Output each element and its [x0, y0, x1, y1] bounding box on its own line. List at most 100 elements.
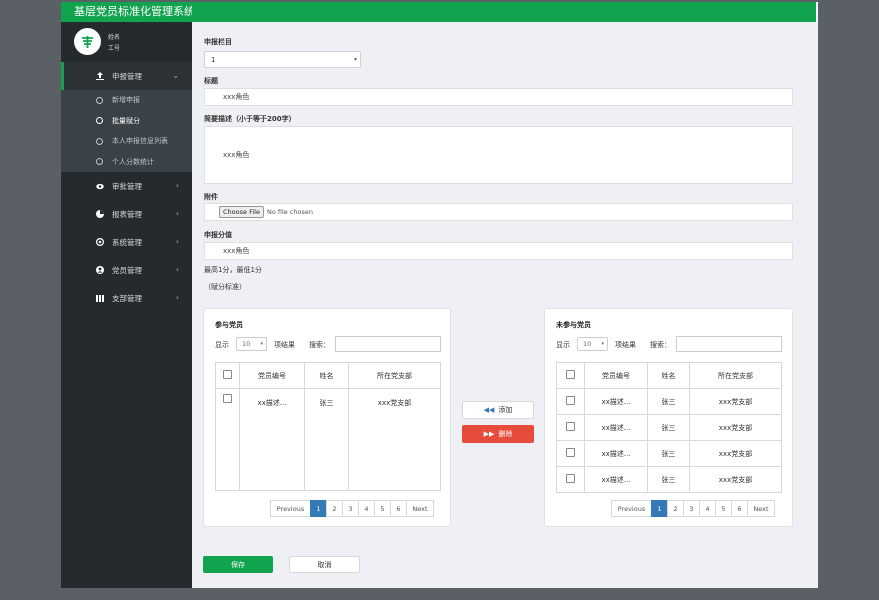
pagination: Previous 1 2 3 4 5 6 Next — [611, 500, 775, 517]
category-value: 1 — [211, 55, 216, 64]
chevron-left-icon: ‹ — [175, 237, 179, 246]
save-button[interactable]: 保存 — [203, 556, 273, 573]
sub-item-batch-score[interactable]: 批量赋分 — [61, 111, 192, 132]
page-length-select[interactable]: 10 ▾ — [577, 337, 608, 351]
cell-member-id: xx描述... — [584, 414, 648, 441]
table-row[interactable]: xx描述... 张三 xxx党支部 — [556, 466, 782, 493]
sidebar-item-label: 报表管理 — [112, 209, 142, 219]
user-name: 姓名 — [108, 34, 121, 41]
cell-name: 张三 — [304, 388, 349, 491]
add-button[interactable]: ◀◀ 添加 — [462, 401, 534, 419]
row-checkbox[interactable] — [215, 388, 240, 491]
page-button[interactable]: 1 — [310, 500, 327, 517]
chevron-left-icon: ‹ — [175, 209, 179, 218]
sub-item-score-stats[interactable]: 个人分数统计 — [61, 152, 192, 173]
choose-file-button[interactable]: Choose File — [219, 206, 264, 218]
table-row[interactable]: xx描述... 张三 xxx党支部 — [556, 388, 782, 415]
page-button[interactable]: 1 — [651, 500, 668, 517]
sub-item-new-declaration[interactable]: 新增申报 — [61, 90, 192, 111]
cell-name: 张三 — [647, 466, 690, 493]
page-button[interactable]: 3 — [683, 500, 700, 517]
title-input[interactable]: xxx角色 — [204, 88, 793, 106]
sidebar-item-declaration[interactable]: 申报管理 ⌄ — [61, 62, 192, 90]
checkbox-icon — [566, 448, 575, 457]
category-select[interactable]: 1 ▾ — [204, 51, 361, 68]
previous-button[interactable]: Previous — [611, 500, 652, 517]
col-branch: 所在党支部 — [689, 362, 782, 389]
sub-item-my-declarations[interactable]: 本人申报信息列表 — [61, 131, 192, 152]
checkbox-icon — [223, 370, 232, 379]
page-length-select[interactable]: 10 ▾ — [236, 337, 267, 351]
sub-item-label: 本人申报信息列表 — [112, 137, 168, 146]
table-row[interactable]: xx描述... 张三 xxx党支部 — [215, 388, 441, 491]
sidebar-item-members[interactable]: 党员管理 ‹ — [61, 256, 192, 284]
table-row[interactable]: xx描述... 张三 xxx党支部 — [556, 414, 782, 441]
sidebar-item-reports[interactable]: 报表管理 ‹ — [61, 200, 192, 228]
row-checkbox[interactable] — [556, 414, 585, 441]
cell-branch: xxx党支部 — [689, 440, 782, 467]
page-button[interactable]: 2 — [326, 500, 343, 517]
sidebar-item-label: 系统管理 — [112, 237, 142, 247]
description-value: xxx角色 — [223, 151, 250, 159]
cancel-button[interactable]: 取消 — [289, 556, 360, 573]
cell-name: 张三 — [647, 388, 690, 415]
page-button[interactable]: 2 — [667, 500, 684, 517]
row-checkbox[interactable] — [556, 388, 585, 415]
chevron-down-icon: ⌄ — [172, 71, 179, 80]
page-button[interactable]: 3 — [342, 500, 359, 517]
pie-chart-icon — [96, 210, 104, 218]
table-row[interactable]: xx描述... 张三 xxx党支部 — [556, 440, 782, 467]
sidebar-item-label: 审批管理 — [112, 181, 142, 191]
previous-button[interactable]: Previous — [270, 500, 311, 517]
description-label: 简要描述（小于等于200字） — [204, 115, 296, 123]
sidebar-item-label: 支部管理 — [112, 293, 142, 303]
search-label: 搜索： — [309, 341, 330, 349]
search-input[interactable] — [335, 336, 441, 352]
app-window: 基层党员标准化管理系统 姓名 工号 申报管理 ⌄ 新增申报 批量赋分 本人申报信… — [61, 2, 818, 588]
user-icon — [96, 266, 104, 274]
target-icon — [96, 238, 104, 246]
caret-down-icon: ▾ — [601, 341, 604, 347]
cell-member-id: xx描述... — [239, 388, 305, 491]
top-bar — [192, 2, 818, 22]
col-branch: 所在党支部 — [348, 362, 441, 389]
score-range-note: 最高1分，最低1分 — [204, 266, 262, 274]
double-arrow-right-icon: ▶▶ — [483, 430, 495, 438]
col-name: 姓名 — [304, 362, 349, 389]
next-button[interactable]: Next — [406, 500, 434, 517]
sidebar-item-branches[interactable]: 支部管理 ‹ — [61, 284, 192, 312]
delete-button[interactable]: ▶▶ 删除 — [462, 425, 534, 443]
results-label: 项结果 — [274, 341, 295, 349]
page-button[interactable]: 5 — [374, 500, 391, 517]
participating-members-panel: 参与党员 显示 10 ▾ 项结果 搜索： 党员编号 姓名 所在党支部 xx描述.… — [203, 308, 451, 527]
score-value: xxx角色 — [223, 247, 250, 255]
score-label: 申报分值 — [204, 231, 232, 239]
page-length-value: 10 — [242, 340, 251, 348]
avatar — [74, 28, 101, 55]
page-button[interactable]: 4 — [699, 500, 716, 517]
sidebar-item-system[interactable]: 系统管理 ‹ — [61, 228, 192, 256]
select-all-checkbox[interactable] — [215, 362, 240, 389]
chevron-left-icon: ‹ — [175, 181, 179, 190]
description-textarea[interactable]: xxx角色 — [204, 126, 793, 184]
sidebar-item-label: 申报管理 — [112, 71, 142, 81]
page-button[interactable]: 4 — [358, 500, 375, 517]
row-checkbox[interactable] — [556, 466, 585, 493]
page-button[interactable]: 5 — [715, 500, 732, 517]
page-button[interactable]: 6 — [731, 500, 748, 517]
file-input[interactable]: Choose File No file chosen — [204, 203, 793, 221]
next-button[interactable]: Next — [747, 500, 775, 517]
row-checkbox[interactable] — [556, 440, 585, 467]
checkbox-icon — [223, 394, 232, 403]
sidebar-submenu: 新增申报 批量赋分 本人申报信息列表 个人分数统计 — [61, 90, 192, 172]
cell-branch: xxx党支部 — [689, 388, 782, 415]
double-arrow-left-icon: ◀◀ — [483, 406, 495, 414]
search-input[interactable] — [676, 336, 782, 352]
score-input[interactable]: xxx角色 — [204, 242, 793, 260]
col-member-id: 党员编号 — [584, 362, 648, 389]
select-all-checkbox[interactable] — [556, 362, 585, 389]
cell-branch: xxx党支部 — [689, 466, 782, 493]
sidebar-item-approval[interactable]: 审批管理 ‹ — [61, 172, 192, 200]
main-content: 申报栏目 1 ▾ 标题 xxx角色 简要描述（小于等于200字） xxx角色 附… — [192, 22, 818, 588]
page-button[interactable]: 6 — [390, 500, 407, 517]
